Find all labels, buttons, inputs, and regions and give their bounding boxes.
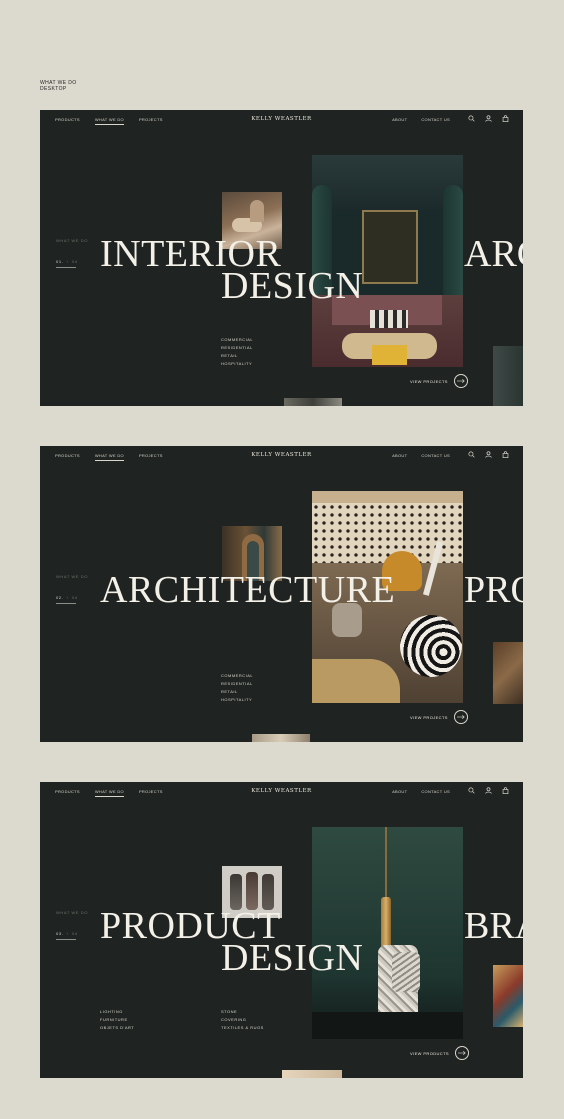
category-list: COMMERCIAL RESIDENTIAL RETAIL HOSPITALIT…: [221, 672, 253, 704]
slide-counter: 02. / 04: [56, 595, 78, 600]
next-slide-preview[interactable]: [493, 642, 523, 704]
brand-logo[interactable]: KELLY WEASTLER: [40, 788, 523, 794]
counter-divider: [56, 267, 76, 268]
search-icon[interactable]: [468, 115, 475, 122]
slide-current: 02.: [56, 595, 64, 600]
header-icons: [468, 451, 509, 458]
section-label: WHAT WE DO: [56, 910, 89, 915]
cta-label: VIEW PRODUCTS: [410, 1050, 449, 1056]
next-slide-preview[interactable]: [493, 346, 523, 406]
section-headline-line1: ARCHITECTURE: [100, 569, 396, 611]
category-item[interactable]: FURNITURE: [100, 1016, 134, 1024]
counter-divider: [56, 939, 76, 940]
view-projects-link[interactable]: VIEW PROJECTS: [410, 710, 468, 724]
user-icon[interactable]: [485, 115, 492, 122]
arrow-right-icon: [456, 714, 465, 720]
counter-divider: [56, 603, 76, 604]
secondary-nav: ABOUT CONTACT US: [392, 453, 450, 460]
nav-about[interactable]: ABOUT: [392, 117, 407, 124]
category-item[interactable]: LIGHTING: [100, 1008, 134, 1016]
bag-icon[interactable]: [502, 451, 509, 458]
header-icons: [468, 115, 509, 122]
secondary-nav: ABOUT CONTACT US: [392, 789, 450, 796]
category-list: LIGHTING FURNITURE OBJETS D'ART: [100, 1008, 134, 1032]
category-item[interactable]: COMMERCIAL: [221, 336, 253, 344]
hero-image[interactable]: [312, 827, 463, 1039]
next-thumbnail[interactable]: [282, 1070, 342, 1078]
hero-image[interactable]: [312, 155, 463, 367]
brand-logo[interactable]: KELLY WEASTLER: [40, 452, 523, 458]
slide-total: 04: [71, 595, 78, 600]
category-item[interactable]: RETAIL: [221, 352, 253, 360]
category-list-secondary: STONE COVERING TEXTILES & RUGS: [221, 1008, 264, 1032]
cta-label: VIEW PROJECTS: [410, 714, 448, 720]
screen-product-design: PRODUCTS WHAT WE DO PROJECTS KELLY WEAST…: [40, 782, 523, 1078]
brand-logo[interactable]: KELLY WEASTLER: [40, 116, 523, 122]
next-section-title[interactable]: PRO: [464, 571, 523, 609]
cta-label: VIEW PROJECTS: [410, 378, 448, 384]
screen-interior-design: PRODUCTS WHAT WE DO PROJECTS KELLY WEAST…: [40, 110, 523, 406]
bag-icon[interactable]: [502, 115, 509, 122]
header-icons: [468, 787, 509, 794]
screen-architecture: PRODUCTS WHAT WE DO PROJECTS KELLY WEAST…: [40, 446, 523, 742]
category-item[interactable]: HOSPITALITY: [221, 696, 253, 704]
section-headline-line2: DESIGN: [221, 265, 364, 307]
cta-button[interactable]: [454, 1046, 469, 1060]
nav-contact[interactable]: CONTACT US: [421, 789, 450, 796]
view-products-link[interactable]: VIEW PRODUCTS: [410, 1046, 469, 1060]
category-item[interactable]: RETAIL: [221, 688, 253, 696]
search-icon[interactable]: [468, 451, 475, 458]
next-section-title[interactable]: ARC: [464, 235, 523, 273]
category-item[interactable]: RESIDENTIAL: [221, 680, 253, 688]
slide-current: 01.: [56, 259, 64, 264]
nav-contact[interactable]: CONTACT US: [421, 453, 450, 460]
slide-counter: 01. / 04: [56, 259, 78, 264]
category-item[interactable]: COVERING: [221, 1016, 264, 1024]
section-label: WHAT WE DO: [56, 574, 89, 579]
page-label-line2: DESKTOP: [40, 86, 67, 92]
user-icon[interactable]: [485, 787, 492, 794]
category-list: COMMERCIAL RESIDENTIAL RETAIL HOSPITALIT…: [221, 336, 253, 368]
nav-contact[interactable]: CONTACT US: [421, 117, 450, 124]
user-icon[interactable]: [485, 451, 492, 458]
category-item[interactable]: HOSPITALITY: [221, 360, 253, 368]
nav-about[interactable]: ABOUT: [392, 789, 407, 796]
category-item[interactable]: STONE: [221, 1008, 264, 1016]
cta-button[interactable]: [453, 374, 468, 388]
next-thumbnail[interactable]: [284, 398, 342, 406]
next-thumbnail[interactable]: [252, 734, 310, 742]
slide-total: 04: [71, 259, 78, 264]
category-item[interactable]: COMMERCIAL: [221, 672, 253, 680]
cta-button[interactable]: [453, 710, 468, 724]
search-icon[interactable]: [468, 787, 475, 794]
slide-total: 04: [71, 931, 78, 936]
slide-current: 03.: [56, 931, 64, 936]
next-section-title[interactable]: BRA: [464, 907, 523, 945]
secondary-nav: ABOUT CONTACT US: [392, 117, 450, 124]
next-slide-preview[interactable]: [493, 965, 523, 1027]
page-label: WHAT WE DO DESKTOP: [40, 80, 77, 92]
bag-icon[interactable]: [502, 787, 509, 794]
view-projects-link[interactable]: VIEW PROJECTS: [410, 374, 468, 388]
arrow-right-icon: [456, 378, 465, 384]
section-headline-line2: DESIGN: [221, 937, 364, 979]
category-item[interactable]: OBJETS D'ART: [100, 1024, 134, 1032]
section-label: WHAT WE DO: [56, 238, 89, 243]
category-item[interactable]: TEXTILES & RUGS: [221, 1024, 264, 1032]
arrow-right-icon: [457, 1050, 466, 1056]
category-item[interactable]: RESIDENTIAL: [221, 344, 253, 352]
nav-about[interactable]: ABOUT: [392, 453, 407, 460]
slide-counter: 03. / 04: [56, 931, 78, 936]
